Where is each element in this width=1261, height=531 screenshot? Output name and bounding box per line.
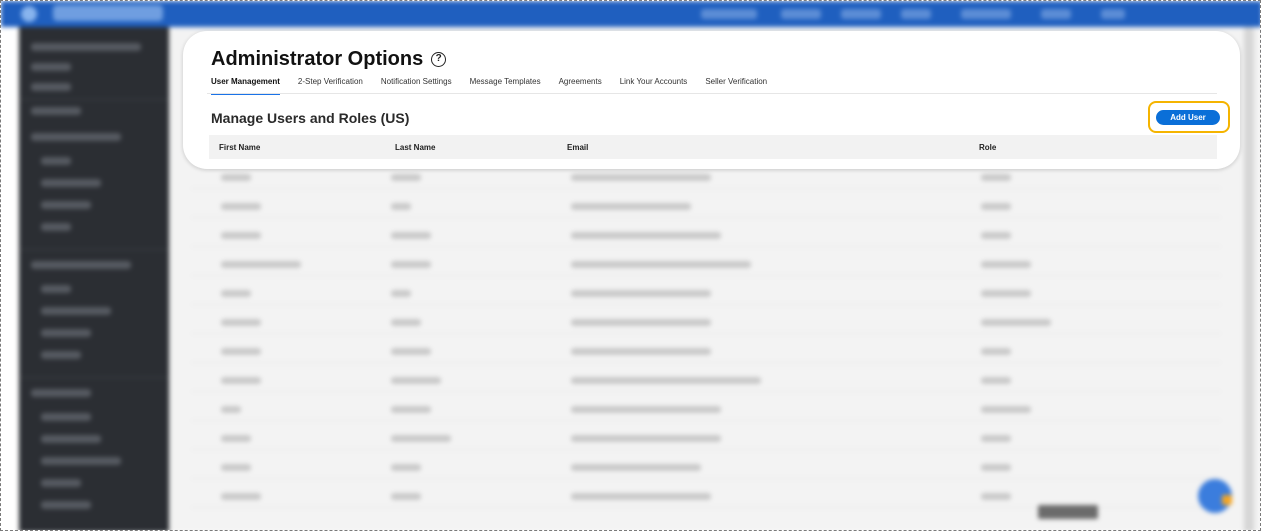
- page-scrollbar[interactable]: [1244, 27, 1254, 530]
- page-title: Administrator Options: [211, 48, 424, 70]
- add-user-button[interactable]: Add User: [1156, 110, 1220, 125]
- table-row[interactable]: [191, 428, 1221, 450]
- top-nav-item[interactable]: [961, 9, 1011, 19]
- column-header-last-name[interactable]: Last Name: [395, 143, 435, 152]
- top-nav-item[interactable]: [901, 9, 931, 19]
- table-header: First Name Last Name Email Role: [209, 135, 1217, 159]
- sidebar-item[interactable]: [31, 133, 121, 141]
- sidebar-divider: [19, 377, 169, 378]
- top-nav-item[interactable]: [1101, 9, 1125, 19]
- table-row[interactable]: [191, 457, 1221, 479]
- table-row[interactable]: [191, 370, 1221, 392]
- admin-options-card: Administrator Options ? User Management …: [183, 31, 1240, 169]
- floating-tag: [1038, 505, 1098, 519]
- sidebar-item[interactable]: [31, 43, 141, 51]
- page-title-row: Administrator Options ?: [211, 48, 447, 71]
- sidebar-item[interactable]: [31, 107, 81, 115]
- sidebar-item[interactable]: [41, 201, 91, 209]
- sidebar-item[interactable]: [41, 307, 111, 315]
- top-nav-item[interactable]: [781, 9, 821, 19]
- table-row[interactable]: [191, 283, 1221, 305]
- table-row[interactable]: [191, 167, 1221, 189]
- sidebar-item[interactable]: [41, 351, 81, 359]
- sidebar-item[interactable]: [41, 329, 91, 337]
- sidebar-item[interactable]: [41, 479, 81, 487]
- section-title: Manage Users and Roles (US): [211, 110, 410, 126]
- brand-spark-icon: [21, 6, 37, 22]
- sidebar-divider: [19, 249, 169, 250]
- sidebar-item[interactable]: [31, 83, 71, 91]
- sidebar-item[interactable]: [31, 389, 91, 397]
- brand-logo: [53, 5, 163, 21]
- top-nav-item[interactable]: [701, 9, 757, 19]
- table-row[interactable]: [191, 312, 1221, 334]
- sidebar-item[interactable]: [41, 457, 121, 465]
- top-nav-item[interactable]: [841, 9, 881, 19]
- chat-badge-icon: [1222, 495, 1232, 505]
- table-row[interactable]: [191, 196, 1221, 218]
- sidebar-item[interactable]: [41, 157, 71, 165]
- sidebar-item[interactable]: [41, 179, 101, 187]
- sidebar-divider: [19, 99, 169, 100]
- table-row[interactable]: [191, 225, 1221, 247]
- sidebar-item[interactable]: [41, 285, 71, 293]
- table-row[interactable]: [191, 399, 1221, 421]
- table-row[interactable]: [191, 341, 1221, 363]
- sidebar-item[interactable]: [41, 435, 101, 443]
- sidebar-item[interactable]: [41, 413, 91, 421]
- sidebar-item[interactable]: [41, 223, 71, 231]
- table-row[interactable]: [191, 254, 1221, 276]
- sidebar-item[interactable]: [31, 63, 71, 71]
- screenshot-frame: Administrator Options ? User Management …: [0, 0, 1261, 531]
- sidebar: [19, 27, 169, 530]
- sidebar-item[interactable]: [31, 261, 131, 269]
- tab-divider: [207, 93, 1217, 94]
- column-header-email[interactable]: Email: [567, 143, 588, 152]
- column-header-role[interactable]: Role: [979, 143, 996, 152]
- top-navigation-bar: [1, 1, 1260, 27]
- sidebar-item[interactable]: [41, 501, 91, 509]
- column-header-first-name[interactable]: First Name: [219, 143, 260, 152]
- question-circle-icon[interactable]: ?: [431, 52, 447, 67]
- top-nav-item[interactable]: [1041, 9, 1071, 19]
